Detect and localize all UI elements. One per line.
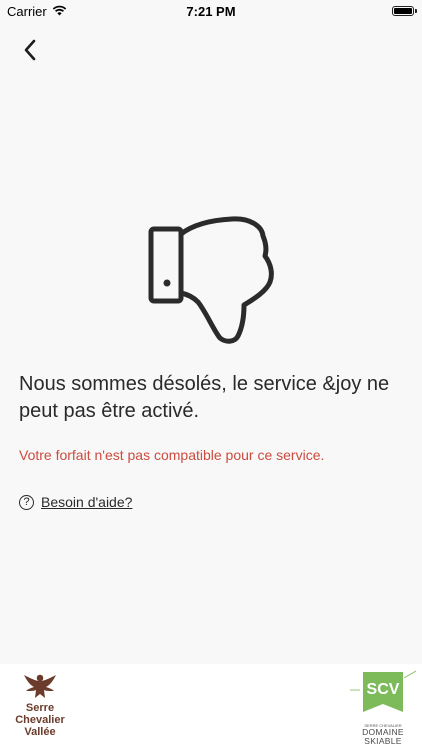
logo-left-line2: Chevalier bbox=[15, 714, 65, 726]
help-link[interactable]: ? Besoin d'aide? bbox=[19, 494, 132, 510]
footer: Serre Chevalier Vallée SCV SERRE CHEVALI… bbox=[0, 664, 422, 750]
eagle-icon bbox=[24, 674, 56, 698]
logo-left-line1: Serre bbox=[25, 702, 55, 714]
error-headline: Nous sommes désolés, le service &joy ne … bbox=[19, 373, 390, 422]
domaine-skiable-logo: SCV SERRE CHEVALIER DOMAINE SKIABLE bbox=[350, 670, 417, 748]
error-message: Votre forfait n'est pas compatible pour … bbox=[19, 447, 325, 463]
battery-icon bbox=[392, 6, 417, 16]
scv-flag-icon: SCV bbox=[350, 670, 417, 712]
chevron-left-icon bbox=[24, 39, 36, 61]
back-button[interactable] bbox=[16, 36, 44, 64]
logo-left-line3: Vallée bbox=[24, 726, 56, 738]
thumbs-down-icon bbox=[148, 216, 274, 344]
logo-right-line2: SKIABLE bbox=[364, 736, 402, 746]
help-link-label: Besoin d'aide? bbox=[41, 494, 133, 510]
status-bar: Carrier 7:21 PM bbox=[0, 0, 422, 22]
question-circle-icon: ? bbox=[19, 494, 34, 510]
clock: 7:21 PM bbox=[186, 4, 236, 19]
serre-chevalier-logo: Serre Chevalier Vallée bbox=[8, 672, 72, 748]
svg-text:SCV: SCV bbox=[367, 681, 400, 698]
